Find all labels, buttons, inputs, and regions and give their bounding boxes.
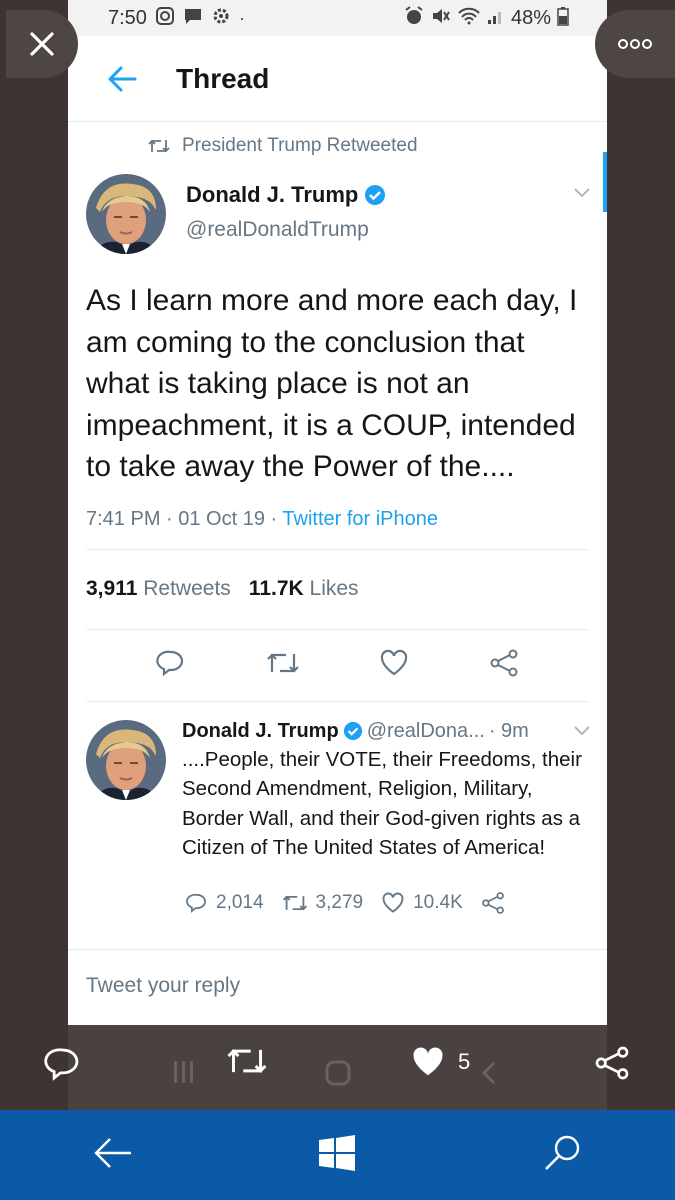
close-icon [30, 32, 54, 56]
search-icon [544, 1135, 580, 1170]
tweet-actions [86, 630, 589, 702]
phone-navbar-remnant [68, 1025, 607, 1110]
reply-reply-button[interactable]: 2,014 [186, 892, 264, 914]
reply-menu-button[interactable] [573, 724, 591, 742]
main-tweet: Donald J. Trump @realDonaldTrump As I le… [68, 168, 607, 702]
viewer-like-button[interactable]: 5 [410, 1045, 470, 1079]
retweets-stat[interactable]: 3,911 Retweets [86, 577, 231, 601]
heart-icon [381, 649, 408, 676]
windows-taskbar [0, 1110, 675, 1200]
reply-share-button[interactable] [481, 891, 505, 915]
battery-icon [557, 6, 569, 31]
retweet-context-label: President Trump Retweeted [182, 135, 418, 156]
author-name: Donald J. Trump [186, 182, 386, 208]
search-button[interactable] [542, 1133, 582, 1178]
viewer-retweet-button[interactable] [226, 1045, 268, 1077]
reply-time: · 9m [488, 719, 529, 742]
likes-label: Likes [309, 577, 359, 601]
left-frame [0, 0, 68, 1110]
right-frame [607, 0, 675, 1110]
likes-count: 11.7K [248, 577, 304, 601]
likes-stat[interactable]: 11.7K Likes [249, 577, 359, 601]
retweet-context: President Trump Retweeted [68, 124, 607, 168]
avatar[interactable] [86, 174, 166, 254]
share-icon [595, 1046, 629, 1080]
phone-screenshot: 7:50 · 48% Thread President Trump Retwee… [68, 0, 607, 1025]
chevron-down-icon [574, 188, 590, 198]
viewer-share-button[interactable] [594, 1045, 630, 1081]
taskbar-back-button[interactable] [93, 1136, 133, 1175]
reply-author-name: Donald J. Trump [182, 719, 339, 742]
tweet-meta: 7:41 PM · 01 Oct 19 · Twitter for iPhone [86, 508, 589, 550]
close-button[interactable] [6, 10, 78, 78]
retweet-icon [148, 139, 170, 153]
reply-icon [44, 1048, 79, 1081]
settings-icon [211, 6, 231, 31]
more-options-button[interactable] [595, 10, 675, 78]
viewer-likes-count: 5 [458, 1049, 471, 1074]
viewer-reply-button[interactable] [44, 1045, 82, 1083]
reply-replies-count: 2,014 [216, 891, 264, 913]
author-name-text: Donald J. Trump [186, 182, 359, 207]
status-bar: 7:50 · 48% [68, 0, 607, 36]
page-title: Thread [176, 62, 270, 94]
chevron-down-icon [574, 726, 590, 736]
reply-icon [186, 893, 206, 913]
wifi-icon [457, 6, 481, 31]
reply-input[interactable]: Tweet your reply [68, 950, 607, 1022]
retweets-label: Retweets [143, 577, 231, 601]
tweet-source[interactable]: Twitter for iPhone [282, 508, 438, 530]
start-button[interactable] [319, 1134, 356, 1176]
windows-logo-icon [319, 1134, 356, 1171]
retweet-icon [282, 895, 307, 911]
verified-icon [343, 722, 362, 741]
reply-icon [156, 650, 183, 677]
reply-author-handle: @realDona... [366, 719, 485, 742]
back-arrow-icon [94, 1137, 132, 1168]
share-icon [481, 892, 504, 914]
signal-icon [487, 6, 505, 31]
reply-tweet[interactable]: Donald J. Trump @realDona... · 9m ....Pe… [68, 702, 607, 950]
verified-icon [365, 185, 386, 205]
share-button[interactable] [489, 648, 519, 683]
share-icon [490, 649, 518, 677]
tweet-menu-button[interactable] [573, 186, 591, 204]
reply-actions: 2,014 3,279 10.4K [186, 891, 589, 915]
reply-like-button[interactable]: 10.4K [381, 892, 463, 914]
tweet-stats: 3,911 Retweets 11.7K Likes [86, 550, 589, 630]
retweet-icon [266, 653, 299, 673]
thread-header: Thread [68, 36, 607, 122]
reply-retweets-count: 3,279 [315, 891, 364, 913]
back-arrow-icon [108, 66, 137, 91]
status-time: 7:50 [108, 6, 147, 29]
retweets-count: 3,911 [86, 577, 138, 601]
mute-icon [431, 6, 451, 31]
more-icon [618, 39, 652, 49]
battery-percent: 48% [510, 6, 551, 29]
instagram-icon [155, 6, 175, 31]
author-handle: @realDonaldTrump [186, 218, 369, 241]
back-button[interactable] [68, 65, 176, 93]
heart-icon [382, 892, 404, 913]
heart-filled-icon [413, 1047, 443, 1076]
tweet-author[interactable]: Donald J. Trump @realDonaldTrump [86, 168, 589, 264]
reply-avatar[interactable] [86, 719, 166, 800]
alarm-icon [403, 5, 425, 31]
retweet-icon [227, 1049, 267, 1073]
like-button[interactable] [379, 649, 409, 682]
retweet-button[interactable] [266, 650, 300, 681]
reply-header: Donald J. Trump @realDona... · 9m [182, 720, 589, 743]
reply-text: ....People, their VOTE, their Freedoms, … [182, 747, 582, 860]
tweet-text: As I learn more and more each day, I am … [86, 284, 578, 484]
dot-icon: · [238, 7, 245, 28]
reply-likes-count: 10.4K [413, 891, 463, 913]
message-icon [183, 6, 203, 31]
reply-button[interactable] [156, 648, 186, 683]
reply-retweet-button[interactable]: 3,279 [282, 891, 364, 914]
tweet-timestamp: 7:41 PM · 01 Oct 19 · [86, 507, 283, 530]
scroll-indicator [603, 152, 607, 212]
